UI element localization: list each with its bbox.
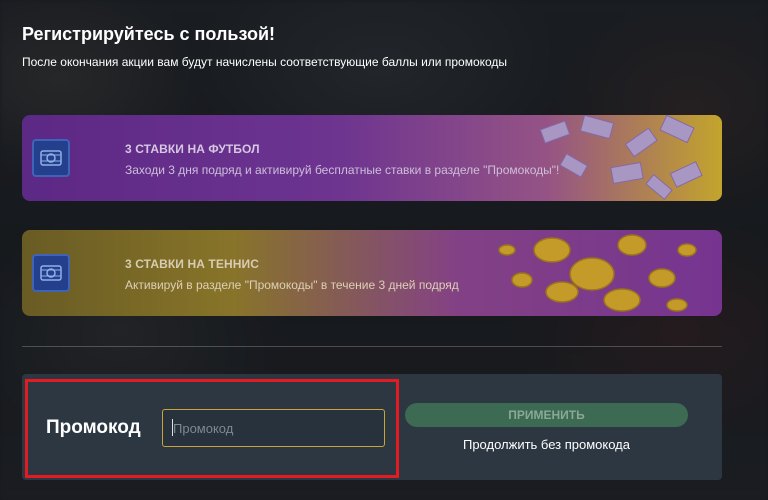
offer-title: 3 СТАВКИ НА ФУТБОЛ bbox=[125, 142, 260, 156]
text-caret bbox=[172, 419, 173, 436]
page-subtitle: После окончания акции вам будут начислен… bbox=[22, 55, 508, 69]
offer-description: Активируй в разделе "Промокоды" в течени… bbox=[125, 278, 459, 292]
offer-card-football: 3 СТАВКИ НА ФУТБОЛ Заходи 3 дня подряд и… bbox=[22, 115, 722, 201]
continue-without-promo-link[interactable]: Продолжить без промокода bbox=[405, 437, 688, 452]
promo-code-label: Промокод bbox=[46, 417, 141, 438]
gift-card-icon bbox=[32, 254, 70, 292]
page-title: Регистрируйтесь с пользой! bbox=[22, 24, 276, 44]
registration-bonus-section: Регистрируйтесь с пользой! После окончан… bbox=[0, 0, 768, 500]
section-divider bbox=[22, 346, 722, 347]
promo-code-input[interactable] bbox=[162, 409, 385, 447]
card-dim-overlay bbox=[22, 115, 722, 201]
card-dim-overlay bbox=[22, 230, 722, 316]
offer-title: 3 СТАВКИ НА ТЕННИС bbox=[125, 257, 259, 271]
offer-card-tennis: 3 СТАВКИ НА ТЕННИС Активируй в разделе "… bbox=[22, 230, 722, 316]
offer-description: Заходи 3 дня подряд и активируй бесплатн… bbox=[125, 163, 560, 177]
apply-button[interactable]: ПРИМЕНИТЬ bbox=[405, 403, 688, 427]
gift-card-icon bbox=[32, 139, 70, 177]
